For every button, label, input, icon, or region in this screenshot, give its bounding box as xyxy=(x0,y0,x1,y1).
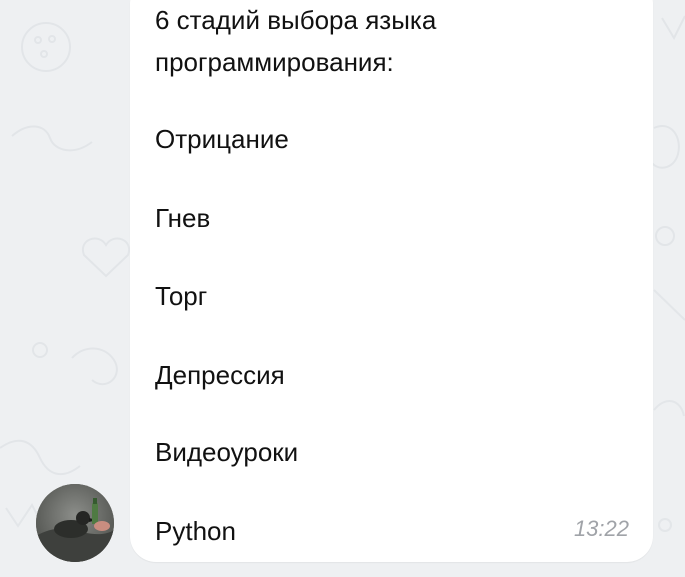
stage-item-depression: Депрессия xyxy=(155,360,285,390)
message-title-line-1: 6 стадий выбора языка xyxy=(155,5,437,35)
message-bubble[interactable]: 6 стадий выбора языка программирования: … xyxy=(130,0,653,562)
sender-avatar[interactable] xyxy=(36,484,114,562)
stage-item-anger: Гнев xyxy=(155,203,211,233)
stage-item-video-lessons: Видеоуроки xyxy=(155,437,299,467)
stage-item-python: Python xyxy=(155,516,236,546)
message-title-line-2: программирования: xyxy=(155,47,394,77)
avatar-photo-icon xyxy=(36,484,114,562)
stage-item-bargaining: Торг xyxy=(155,281,208,311)
stage-item-denial: Отрицание xyxy=(155,124,289,154)
message-time: 13:22 xyxy=(573,516,629,541)
